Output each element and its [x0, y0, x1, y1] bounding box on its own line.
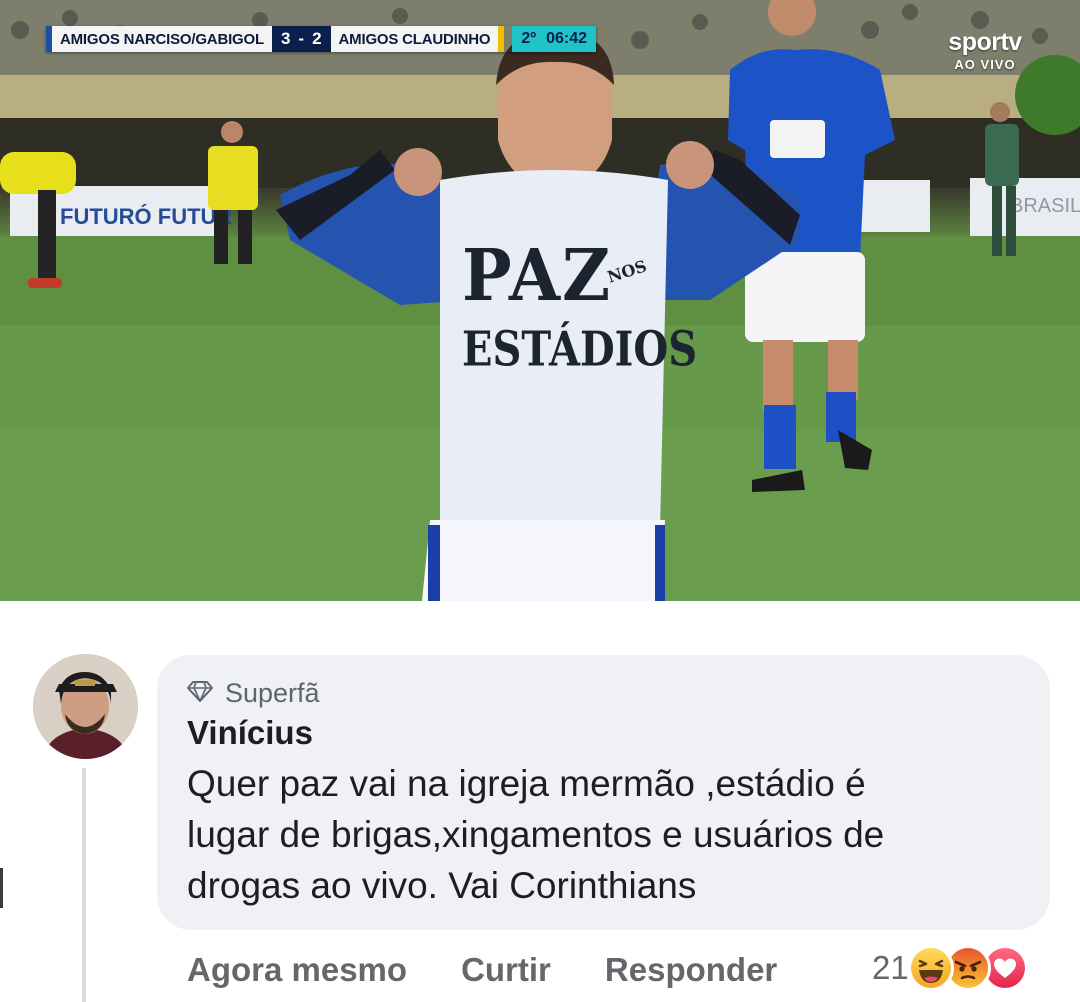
comment-text: Quer paz vai na igreja mermão ,estádio é… — [187, 758, 1020, 911]
comment-timestamp[interactable]: Agora mesmo — [187, 951, 407, 989]
broadcaster-logo: sportv AO VIVO — [937, 28, 1033, 73]
match-time: 06:42 — [546, 30, 588, 47]
away-team-name: AMIGOS CLAUDINHO — [330, 26, 505, 52]
haha-reaction-icon — [907, 945, 954, 991]
away-score: 2 — [312, 29, 322, 48]
shirt-text-line1: PAZ — [462, 232, 613, 318]
comment-text-line: Quer paz vai na igreja mermão ,estádio é — [187, 763, 866, 804]
comment-bubble[interactable]: Superfã Vinícius Quer paz vai na igreja … — [157, 655, 1050, 930]
avatar-photo — [33, 654, 138, 759]
board-text-left: FUTURÓ FUTUR — [60, 204, 232, 229]
comment-actions: Agora mesmo Curtir Responder — [187, 946, 777, 994]
shirt-text-line2: ESTÁDIOS — [462, 321, 698, 378]
avatar[interactable] — [33, 654, 138, 759]
scoreboard: AMIGOS NARCISO/GABIGOL 3 - 2 AMIGOS CLAU… — [46, 26, 597, 52]
diamond-icon — [187, 678, 213, 709]
like-button[interactable]: Curtir — [461, 951, 551, 989]
reactions-summary[interactable]: 21 — [872, 944, 1028, 992]
badge-label: Superfã — [225, 677, 320, 708]
board-text-right: BRASIL — [1010, 195, 1080, 217]
video-frame-photo: FUTURÓ FUTUR BRASIL PAZ NOS ESTÁDIOS AMI… — [0, 0, 1080, 601]
broadcaster-name: sportv — [948, 28, 1022, 56]
comment-text-line: drogas ao vivo. Vai Corinthians — [187, 865, 697, 906]
score-separator: - — [298, 29, 305, 48]
edge-marker — [0, 868, 3, 908]
reaction-count: 21 — [872, 949, 909, 986]
match-clock: 2º 06:42 — [512, 26, 597, 52]
match-period: 2º — [521, 30, 537, 47]
reply-button[interactable]: Responder — [605, 951, 777, 989]
score: 3 - 2 — [271, 26, 331, 52]
comment-text-line: lugar de brigas,xingamentos e usuários d… — [187, 814, 885, 855]
superfan-badge: Superfã — [187, 675, 1020, 711]
home-score: 3 — [280, 29, 291, 48]
live-label: AO VIVO — [954, 57, 1016, 72]
thread-line — [82, 768, 86, 1002]
comment-author[interactable]: Vinícius — [187, 712, 1020, 754]
home-team-name: AMIGOS NARCISO/GABIGOL — [46, 26, 272, 52]
